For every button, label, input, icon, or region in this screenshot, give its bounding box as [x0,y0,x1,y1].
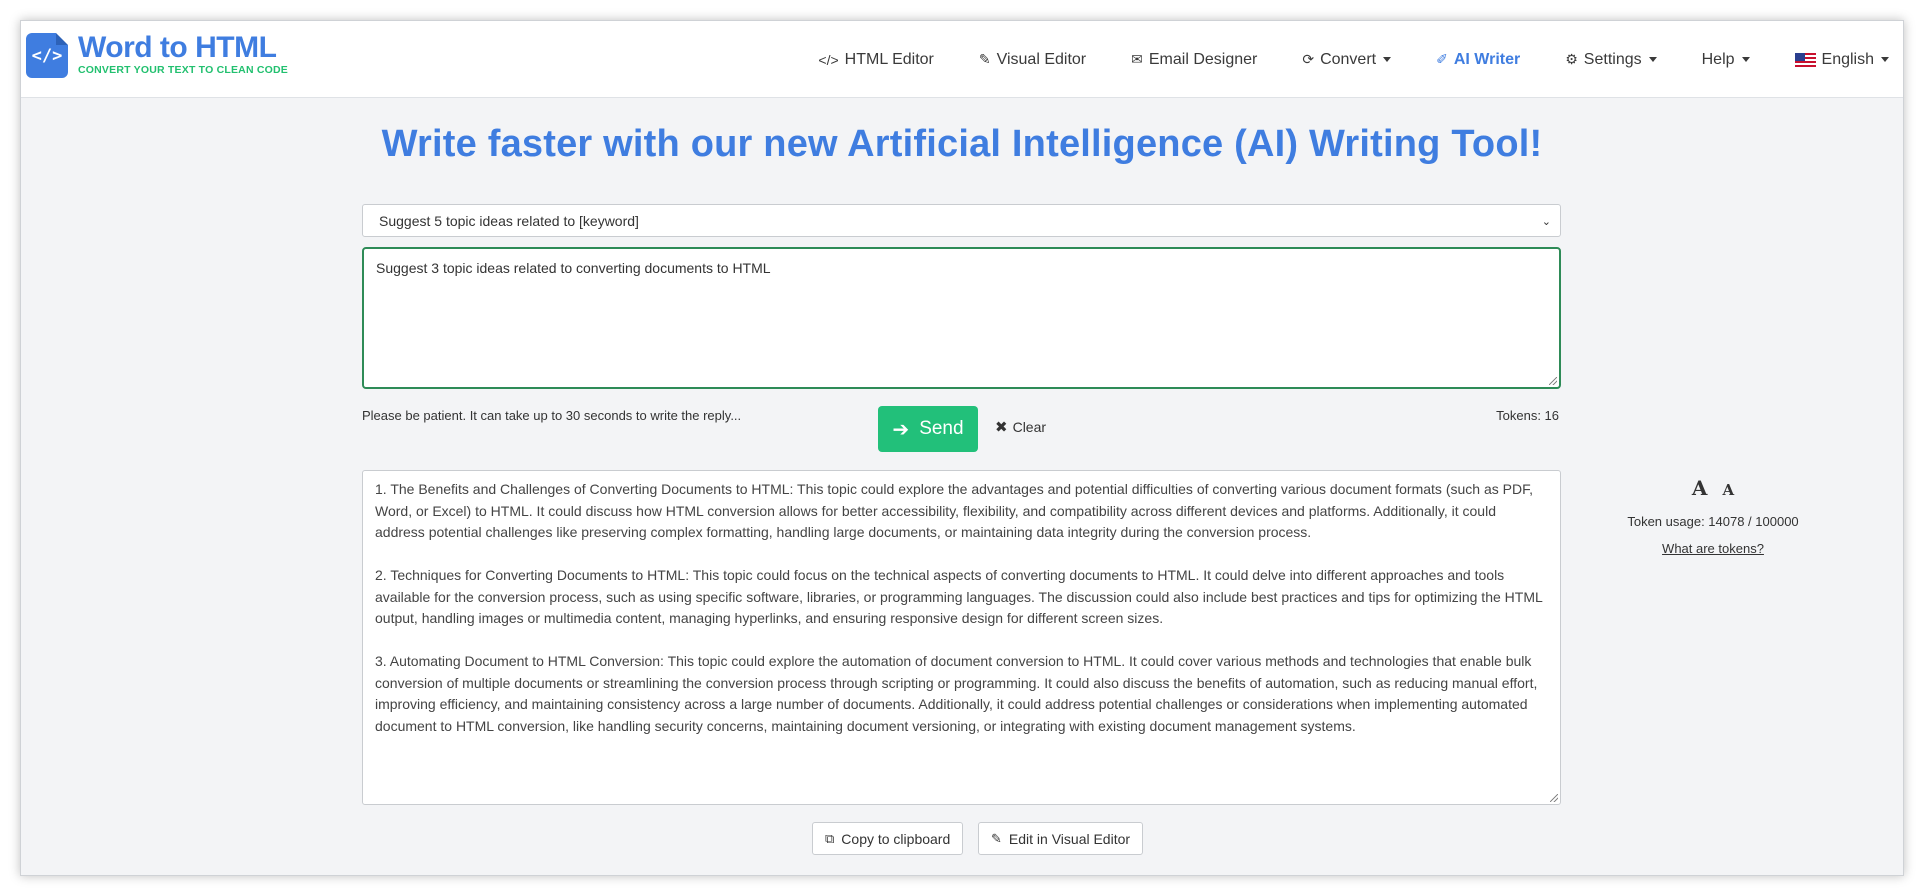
template-select-value: Suggest 5 topic ideas related to [keywor… [379,212,639,229]
chevron-down-icon: ⌄ [1541,216,1551,228]
close-icon: ✖ [995,419,1008,436]
side-panel: A A Token usage: 14078 / 100000 What are… [1593,476,1833,556]
refresh-icon: ⟳ [1302,51,1315,67]
caret-down-icon [1881,57,1889,62]
prompt-token-count: Tokens: 16 [1496,408,1559,423]
nav-html-editor[interactable]: </> HTML Editor [818,51,933,69]
edit-in-visual-editor-button[interactable]: ✎ Edit in Visual Editor [978,822,1144,855]
what-are-tokens-link[interactable]: What are tokens? [1593,541,1833,556]
send-button[interactable]: ➔ Send [878,406,978,452]
nav-settings-dropdown[interactable]: ⚙ Settings [1565,51,1657,69]
page-title: Write faster with our new Artificial Int… [381,123,1543,165]
resize-handle-icon[interactable] [1549,377,1557,385]
caret-down-icon [1741,57,1750,62]
output-paragraph: 1. The Benefits and Challenges of Conver… [375,481,1533,540]
copy-to-clipboard-button[interactable]: ⧉ Copy to clipboard [812,822,964,855]
increase-font-button[interactable]: A [1692,476,1708,500]
nav-visual-editor[interactable]: ✎ Visual Editor [979,51,1086,69]
clipboard-icon: ⧉ [825,830,835,846]
brand-title: Word to HTML [78,31,277,64]
brand-tagline: CONVERT YOUR TEXT TO CLEAN CODE [78,64,288,76]
top-navbar: </> Word to HTML CONVERT YOUR TEXT TO CL… [21,21,1903,98]
output-paragraph: 2. Techniques for Converting Documents t… [375,567,1543,626]
envelope-icon: ✉ [1131,51,1143,67]
caret-down-icon [1648,57,1657,62]
patience-note: Please be patient. It can take up to 30 … [362,408,742,423]
clear-button[interactable]: ✖ Clear [995,418,1046,436]
prompt-value: Suggest 3 topic ideas related to convert… [376,260,771,276]
arrow-right-icon: ➔ [892,418,910,441]
magic-wand-icon: ✐ [1436,51,1448,67]
nav-email-designer[interactable]: ✉ Email Designer [1131,51,1257,69]
output-paragraph: 3. Automating Document to HTML Conversio… [375,653,1538,734]
template-select[interactable]: Suggest 5 topic ideas related to [keywor… [362,204,1561,237]
caret-down-icon [1383,57,1392,62]
decrease-font-button[interactable]: A [1722,481,1734,499]
code-icon: </> [818,51,839,68]
output-textarea[interactable]: 1. The Benefits and Challenges of Conver… [362,470,1561,805]
edit-icon: ✎ [991,830,1002,846]
nav-language-dropdown[interactable]: English [1794,51,1889,69]
resize-handle-icon[interactable] [1550,794,1558,802]
code-file-icon: </> [26,33,68,78]
brand-logo[interactable]: </> Word to HTML CONVERT YOUR TEXT TO CL… [26,33,288,78]
nav-convert-dropdown[interactable]: ⟳ Convert [1302,51,1392,69]
us-flag-icon [1794,52,1816,67]
nav-help-dropdown[interactable]: Help [1702,51,1750,69]
main-nav: </> HTML Editor ✎ Visual Editor ✉ Email … [773,21,1889,98]
prompt-textarea[interactable]: Suggest 3 topic ideas related to convert… [362,247,1561,389]
font-size-controls: A A [1593,476,1833,500]
nav-ai-writer[interactable]: ✐ AI Writer [1436,51,1520,69]
token-usage: Token usage: 14078 / 100000 [1627,514,1799,529]
browser-frame: </> Word to HTML CONVERT YOUR TEXT TO CL… [20,20,1904,876]
edit-icon: ✎ [978,51,991,67]
gear-icon: ⚙ [1565,51,1578,67]
